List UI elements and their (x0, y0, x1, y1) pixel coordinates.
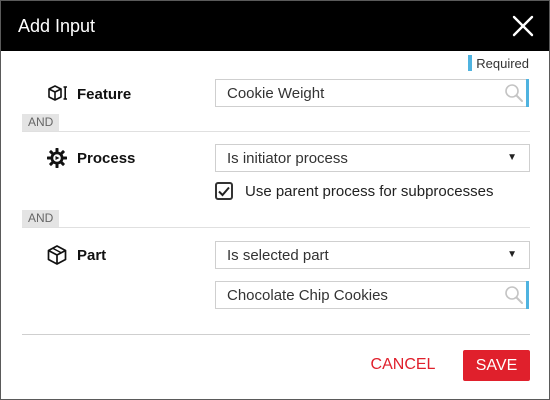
feature-label-group: Feature (46, 83, 131, 105)
close-button[interactable] (510, 13, 536, 39)
required-marker (468, 55, 473, 71)
close-icon (512, 15, 534, 37)
dialog-titlebar: Add Input (1, 1, 549, 51)
process-label-group: Process (46, 147, 135, 169)
process-select-value: Is initiator process (227, 150, 348, 167)
parent-process-checkbox-row: Use parent process for subprocesses (215, 182, 493, 200)
part-search-value: Chocolate Chip Cookies (227, 287, 388, 304)
chevron-down-icon[interactable]: ▼ (507, 249, 517, 261)
and-connector-badge: AND (22, 210, 60, 227)
feature-search-value: Cookie Weight (227, 85, 325, 102)
required-marker (526, 79, 529, 107)
checkmark-icon (218, 186, 230, 197)
part-select[interactable]: Is selected part ▼ (215, 241, 530, 269)
part-box-icon (46, 244, 68, 266)
dialog-title: Add Input (18, 16, 96, 36)
row-divider (22, 131, 530, 132)
process-label: Process (77, 149, 136, 167)
part-label-group: Part (46, 244, 106, 266)
search-icon[interactable] (504, 285, 524, 305)
footer-divider (22, 334, 530, 335)
part-select-value: Is selected part (227, 247, 329, 264)
process-select[interactable]: Is initiator process ▼ (215, 144, 530, 172)
process-gear-icon (46, 147, 68, 169)
part-label: Part (77, 246, 107, 264)
required-marker (526, 281, 529, 309)
feature-cube-icon (46, 83, 68, 105)
parent-process-checkbox-label: Use parent process for subprocesses (245, 182, 494, 200)
search-icon[interactable] (504, 83, 524, 103)
feature-label: Feature (77, 85, 132, 103)
cancel-button[interactable]: CANCEL (359, 350, 447, 380)
row-divider (22, 227, 530, 228)
chevron-down-icon[interactable]: ▼ (507, 152, 517, 164)
save-button[interactable]: SAVE (463, 350, 530, 381)
required-label: Required (476, 56, 529, 71)
add-input-dialog: Add Input Required Feature Cookie Weight (0, 0, 550, 400)
and-connector-badge: AND (22, 114, 60, 131)
parent-process-checkbox[interactable] (215, 182, 233, 200)
feature-search-input[interactable]: Cookie Weight (215, 79, 529, 107)
part-search-input[interactable]: Chocolate Chip Cookies (215, 281, 529, 309)
required-legend: Required (468, 55, 529, 71)
